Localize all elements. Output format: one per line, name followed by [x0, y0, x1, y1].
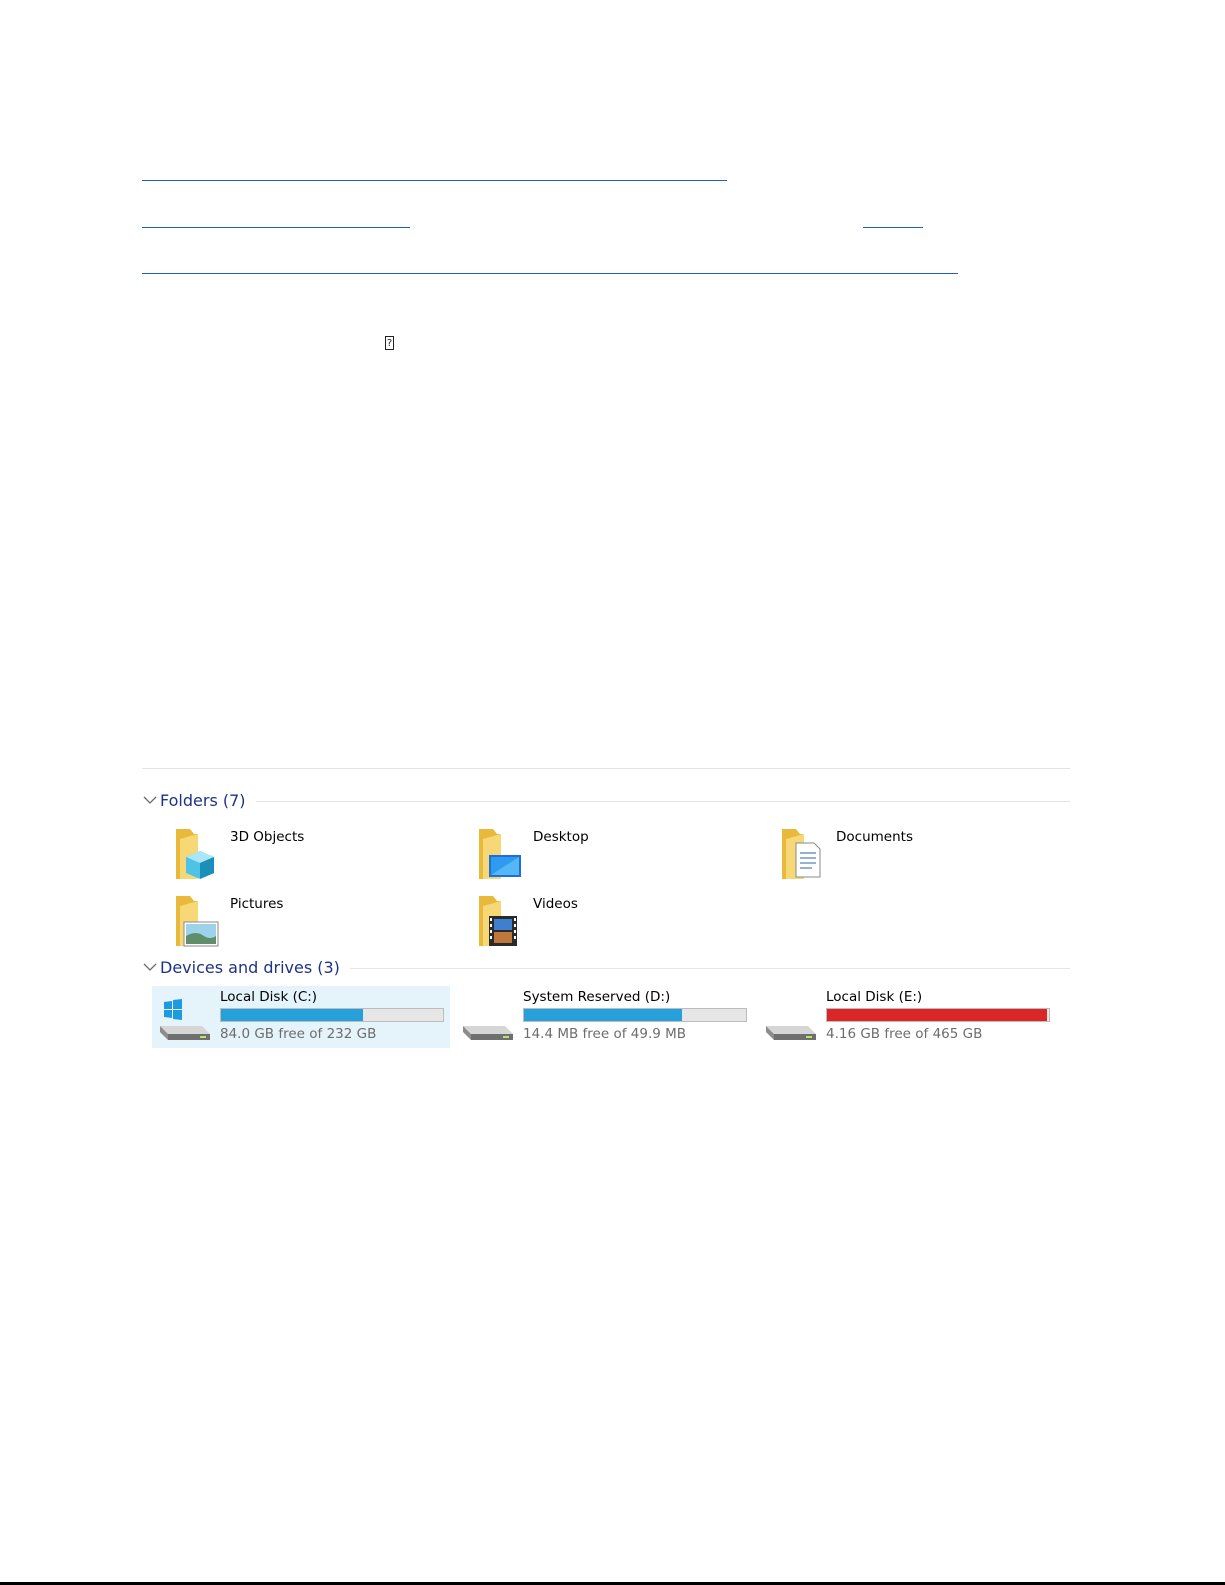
folder-desktop[interactable]: Desktop: [455, 821, 755, 885]
drive-c[interactable]: Local Disk (C:) 84.0 GB free of 232 GB: [152, 986, 450, 1048]
drive-name: Local Disk (C:): [220, 989, 318, 1005]
folder-label: Videos: [533, 896, 578, 912]
drive-d[interactable]: System Reserved (D:) 14.4 MB free of 49.…: [455, 986, 753, 1048]
hyperlink-underline-1[interactable]: [142, 180, 727, 181]
drive-name: Local Disk (E:): [826, 989, 923, 1005]
group-divider: [349, 967, 1070, 969]
drive-usage-fill: [524, 1009, 682, 1021]
videos-folder-icon: [479, 896, 517, 946]
hyperlink-underline-2[interactable]: [142, 227, 410, 228]
drive-usage-bar: [220, 1008, 444, 1022]
drive-e[interactable]: Local Disk (E:) 4.16 GB free of 465 GB: [758, 986, 1056, 1048]
folder-label: Desktop: [533, 829, 589, 845]
folder-label: 3D Objects: [230, 829, 305, 845]
chevron-down-icon: [143, 796, 157, 804]
drive-name: System Reserved (D:): [523, 989, 671, 1005]
folder-label: Documents: [836, 829, 913, 845]
drive-free-space: 14.4 MB free of 49.9 MB: [523, 1026, 687, 1042]
drive-usage-bar: [826, 1008, 1050, 1022]
3d-objects-folder-icon: [176, 829, 214, 879]
hyperlink-underline-4[interactable]: [142, 273, 958, 274]
group-divider: [255, 800, 1070, 802]
hard-drive-icon: [766, 1026, 816, 1040]
folder-videos[interactable]: Videos: [455, 888, 755, 952]
folders-group-header[interactable]: Folders (7): [142, 789, 1070, 811]
folders-group-title: Folders (7): [160, 790, 246, 810]
documents-folder-icon: [782, 829, 821, 879]
chevron-down-icon: [143, 963, 157, 971]
drive-free-space: 4.16 GB free of 465 GB: [826, 1026, 983, 1042]
drive-free-space: 84.0 GB free of 232 GB: [220, 1026, 377, 1042]
folder-3d-objects[interactable]: 3D Objects: [152, 821, 452, 885]
drives-group-title: Devices and drives (3): [160, 957, 340, 977]
folder-pictures[interactable]: Pictures: [152, 888, 452, 952]
windows-drive-icon: [160, 999, 210, 1040]
drives-group-header[interactable]: Devices and drives (3): [142, 956, 1070, 978]
folder-label: Pictures: [230, 896, 284, 912]
hard-drive-icon: [463, 1026, 513, 1040]
pictures-folder-icon: [176, 896, 219, 947]
drive-usage-bar: [523, 1008, 747, 1022]
drive-usage-fill: [221, 1009, 363, 1021]
missing-glyph-icon: ?: [385, 336, 394, 350]
this-pc-view: Folders (7) 3D Objects Desktop Documents…: [142, 768, 1070, 1059]
folder-documents[interactable]: Documents: [758, 821, 1058, 885]
drive-usage-fill: [827, 1009, 1047, 1021]
hyperlink-underline-3[interactable]: [863, 227, 923, 228]
desktop-folder-icon: [479, 829, 521, 879]
